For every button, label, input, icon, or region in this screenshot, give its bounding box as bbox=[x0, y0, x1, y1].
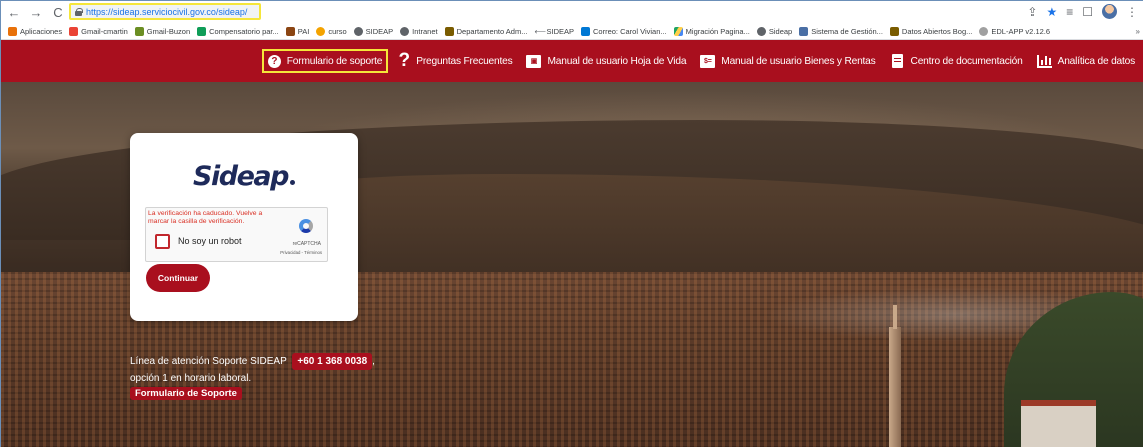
globe-icon bbox=[400, 26, 410, 36]
church-tower bbox=[889, 305, 901, 447]
nav-label: Manual de usuario Hoja de Vida bbox=[547, 55, 687, 67]
question-mark-icon: ? bbox=[398, 50, 411, 71]
bookmark-item[interactable]: Compensatorio par... bbox=[197, 26, 279, 36]
menu-kebab-icon[interactable]: ⋮ bbox=[1126, 5, 1138, 19]
nav-centro-documentacion[interactable]: Centro de documentación bbox=[883, 49, 1030, 73]
nav-label: Formulario de soporte bbox=[286, 55, 383, 67]
bookmark-item[interactable]: Migración Pagina... bbox=[673, 26, 750, 36]
apps-grid-icon bbox=[8, 26, 17, 36]
reading-list-icon[interactable]: ≡ bbox=[1066, 5, 1073, 19]
nav-label: Manual de usuario Bienes y Rentas bbox=[721, 55, 876, 67]
bookmark-item[interactable]: Aplicaciones bbox=[8, 26, 62, 36]
lock-icon bbox=[75, 7, 83, 16]
reload-icon[interactable]: C bbox=[49, 3, 67, 21]
bookmarks-overflow-icon[interactable]: » bbox=[1136, 27, 1140, 36]
bookmark-item[interactable]: SIDEAP bbox=[353, 26, 393, 36]
support-line-text: Línea de atención Soporte SIDEAP bbox=[130, 356, 287, 367]
captcha-label: No soy un robot bbox=[178, 236, 242, 246]
recaptcha-brand: reCAPTCHA bbox=[292, 241, 321, 247]
nav-label: Centro de documentación bbox=[910, 55, 1023, 67]
captcha-error-message: La verificación ha caducado. Vuelve a ma… bbox=[148, 210, 263, 225]
arrow-icon: ⟵ bbox=[534, 26, 546, 36]
bar-chart-icon bbox=[1036, 54, 1052, 68]
nav-preguntas-frecuentes[interactable]: ? Preguntas Frecuentes bbox=[391, 49, 519, 73]
nav-formulario-soporte[interactable]: ? Formulario de soporte bbox=[261, 49, 389, 73]
edl-icon bbox=[979, 26, 989, 36]
browser-toolbar: ← → C https://sideap.serviciocivil.gov.c… bbox=[1, 1, 1143, 23]
recaptcha-widget: La verificación ha caducado. Vuelve a ma… bbox=[145, 207, 328, 262]
site-navigation: ? Formulario de soporte ? Preguntas Frec… bbox=[1, 40, 1143, 82]
nav-analitica-datos[interactable]: Analítica de datos bbox=[1030, 49, 1142, 73]
bookmark-item[interactable]: EDL-APP v2.12.6 bbox=[979, 26, 1050, 36]
continue-button[interactable]: Continuar bbox=[146, 264, 210, 292]
money-icon: $= bbox=[700, 54, 716, 68]
bookmark-item[interactable]: Sideap bbox=[756, 26, 792, 36]
url-text: https://sideap.serviciocivil.gov.co/side… bbox=[86, 6, 248, 17]
back-arrow-icon[interactable]: ← bbox=[5, 3, 23, 21]
globe-icon bbox=[353, 26, 363, 36]
star-icon[interactable]: ★ bbox=[1046, 5, 1057, 19]
bookmark-item[interactable]: Datos Abiertos Bog... bbox=[889, 26, 972, 36]
nav-manual-hoja-de-vida[interactable]: ▣ Manual de usuario Hoja de Vida bbox=[519, 49, 693, 73]
bookmark-item[interactable]: Gmail-cmartin bbox=[69, 26, 128, 36]
captcha-checkbox[interactable] bbox=[155, 234, 170, 249]
shield-icon bbox=[444, 26, 454, 36]
recaptcha-icon bbox=[295, 215, 317, 237]
bookmark-item[interactable]: Intranet bbox=[400, 26, 438, 36]
support-phone[interactable]: +60 1 368 0038 bbox=[292, 353, 373, 370]
nav-label: Preguntas Frecuentes bbox=[416, 55, 513, 67]
support-hours: opción 1 en horario laboral. bbox=[130, 373, 252, 384]
sideap-logo: Sideap bbox=[174, 156, 314, 196]
profile-avatar[interactable] bbox=[1102, 4, 1117, 19]
support-comma: , bbox=[372, 356, 375, 367]
bookmark-item[interactable]: Gmail-Buzon bbox=[134, 26, 190, 36]
recaptcha-links[interactable]: Privacidad - Términos bbox=[280, 250, 322, 255]
curso-icon bbox=[316, 26, 326, 36]
login-card: Sideap La verificación ha caducado. Vuel… bbox=[130, 133, 358, 321]
bookmarks-bar: Aplicaciones Gmail-cmartin Gmail-Buzon C… bbox=[1, 23, 1143, 40]
document-icon bbox=[890, 54, 905, 68]
nav-label: Analítica de datos bbox=[1057, 55, 1136, 67]
forward-arrow-icon[interactable]: → bbox=[27, 3, 45, 21]
outlook-icon bbox=[581, 26, 590, 36]
bookmark-item[interactable]: Correo: Carol Vivian... bbox=[581, 26, 667, 36]
bookmark-item[interactable]: Sistema de Gestión... bbox=[799, 26, 883, 36]
pai-icon bbox=[285, 26, 295, 36]
support-form-link[interactable]: Formulario de Soporte bbox=[130, 387, 242, 400]
address-bar[interactable]: https://sideap.serviciocivil.gov.co/side… bbox=[69, 3, 261, 20]
support-info: Línea de atención Soporte SIDEAP +60 1 3… bbox=[130, 353, 375, 387]
image-icon bbox=[799, 26, 809, 36]
globe-icon bbox=[756, 26, 766, 36]
church-building bbox=[1021, 400, 1096, 447]
drive-icon bbox=[673, 26, 683, 36]
help-circle-icon: ? bbox=[267, 54, 281, 68]
gmail-buzon-icon bbox=[134, 26, 144, 36]
side-panel-icon[interactable]: ☐ bbox=[1082, 5, 1093, 19]
shield-icon bbox=[889, 26, 899, 36]
bookmark-item[interactable]: Departamento Adm... bbox=[444, 26, 527, 36]
nav-manual-bienes-rentas[interactable]: $= Manual de usuario Bienes y Rentas bbox=[693, 49, 882, 73]
sheet-icon bbox=[197, 26, 207, 36]
bookmark-item[interactable]: ⟵ SIDEAP bbox=[534, 27, 574, 36]
bookmark-item[interactable]: curso bbox=[316, 26, 347, 36]
id-card-icon: ▣ bbox=[526, 54, 542, 68]
share-icon[interactable]: ⇪ bbox=[1027, 5, 1037, 19]
gmail-icon bbox=[69, 26, 79, 36]
bookmark-item[interactable]: PAI bbox=[285, 26, 309, 36]
